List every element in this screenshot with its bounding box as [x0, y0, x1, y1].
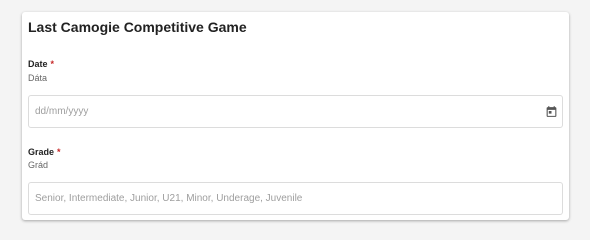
date-input[interactable] [29, 96, 562, 127]
date-label-text: Date [28, 59, 48, 69]
required-marker: * [57, 147, 61, 157]
date-label: Date * [28, 59, 54, 69]
calendar-icon[interactable] [545, 105, 558, 118]
card-title: Last Camogie Competitive Game [28, 19, 247, 35]
date-sublabel: Dáta [28, 73, 48, 83]
grade-input[interactable] [29, 183, 562, 214]
grade-label: Grade * [28, 147, 61, 157]
form-card: Last Camogie Competitive Game Date * Dáta… [22, 12, 569, 220]
date-field-container [28, 95, 563, 128]
required-marker: * [50, 59, 55, 69]
grade-sublabel: Grád [28, 160, 49, 170]
grade-label-text: Grade [28, 147, 55, 157]
grade-field-container [28, 182, 563, 215]
